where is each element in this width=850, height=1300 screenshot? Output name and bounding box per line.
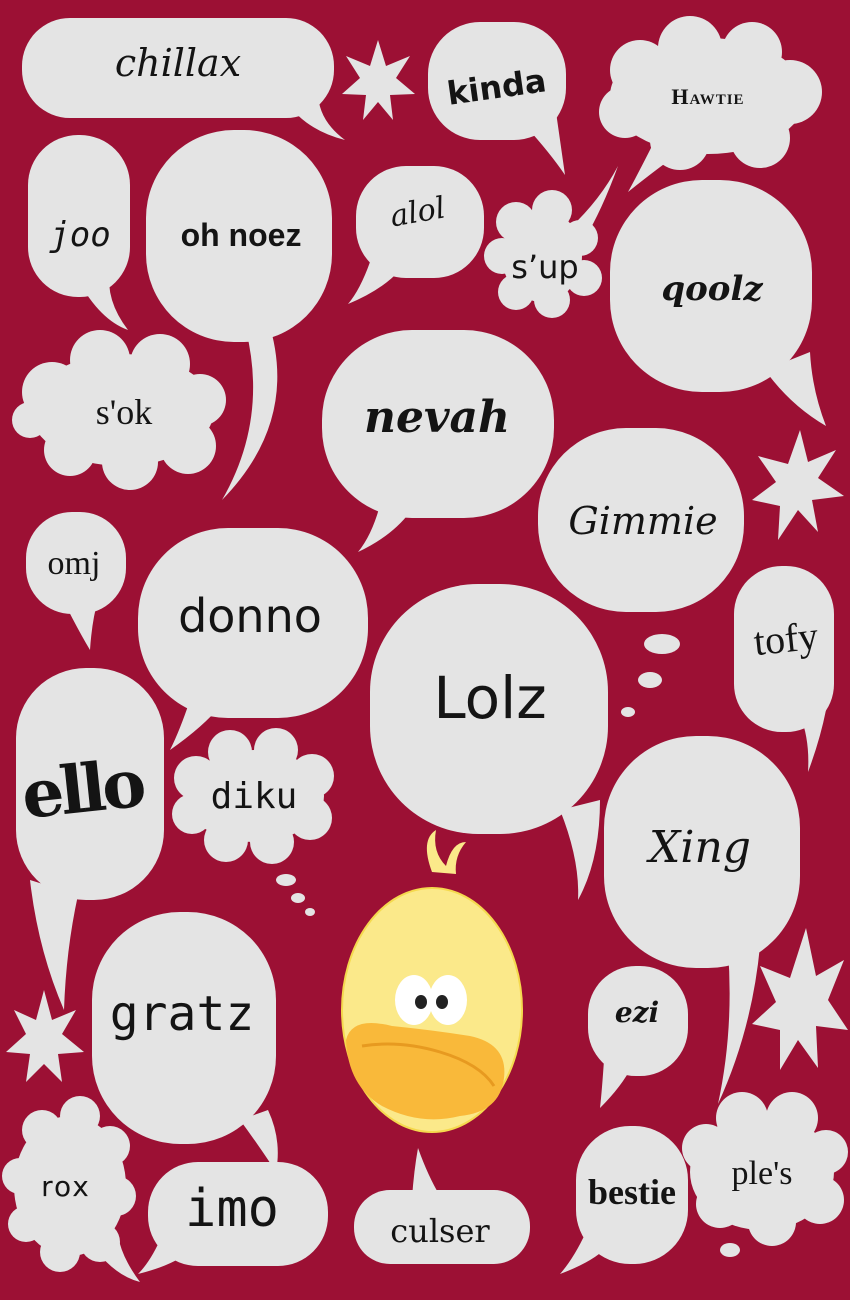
bubble-rox: rox (2, 1096, 140, 1282)
word-rox: rox (41, 1170, 91, 1203)
starburst-top (342, 40, 415, 120)
word-joo: joo (49, 215, 110, 255)
bubble-nevah: nevah (322, 330, 554, 552)
bubble-lolz: Lolz (370, 584, 608, 900)
bubble-imo: imo (138, 1162, 328, 1274)
word-sok: s'ok (96, 392, 153, 432)
word-imo: imo (185, 1179, 279, 1239)
word-donno: donno (178, 589, 322, 643)
chick-left-eye (395, 975, 433, 1025)
starburst-right-lower (752, 928, 848, 1070)
bubble-kinda: kinda (428, 22, 566, 175)
bubble-gimmie: Gimmie (538, 428, 744, 612)
word-ezi: ezi (615, 996, 659, 1029)
bubble-omj: omj (26, 512, 126, 650)
word-hawtie: Hawtie (671, 84, 744, 109)
bubble-chillax: chillax (22, 18, 345, 140)
poster: chillax kinda Hawtie joo oh noez alol s’… (0, 0, 850, 1300)
thought-dots-left (276, 874, 315, 916)
bubble-diku: diku (172, 728, 334, 864)
word-qoolz: qoolz (661, 269, 763, 309)
bubble-sup: s’up (484, 166, 618, 318)
chick-mascot (341, 830, 523, 1133)
starburst-right-upper (752, 430, 844, 540)
word-oh-noez: oh noez (181, 217, 302, 253)
word-chillax: chillax (115, 41, 241, 85)
word-diku: diku (211, 776, 298, 817)
word-nevah: nevah (364, 392, 510, 443)
word-gimmie: Gimmie (568, 499, 717, 543)
bubble-qoolz: qoolz (610, 180, 826, 426)
starburst-left (6, 990, 84, 1082)
bubble-alol: alol (348, 166, 484, 304)
word-tofy: tofy (751, 613, 820, 664)
word-omj: omj (48, 545, 101, 582)
bubble-sok: s'ok (12, 330, 226, 490)
word-ello: ello (18, 744, 148, 834)
word-lolz: Lolz (433, 664, 546, 732)
bubble-donno: donno (138, 528, 368, 750)
word-bestie: bestie (588, 1172, 676, 1212)
word-sup: s’up (511, 248, 578, 286)
word-culser: culser (390, 1212, 490, 1250)
bubble-joo: joo (28, 135, 130, 330)
bubble-ezi: ezi (588, 966, 688, 1108)
poster-art: chillax kinda Hawtie joo oh noez alol s’… (2, 16, 848, 1282)
bubble-ples: ple's (682, 1092, 848, 1257)
chick-right-eye (429, 975, 467, 1025)
word-gratz: gratz (110, 986, 255, 1042)
word-xing: Xing (646, 822, 751, 873)
bubble-culser: culser (354, 1148, 530, 1264)
word-ples: ple's (732, 1155, 793, 1192)
thought-dots-right (621, 634, 680, 717)
bubble-tofy: tofy (734, 566, 834, 772)
bubble-bestie: bestie (560, 1126, 688, 1274)
bubble-hawtie: Hawtie (599, 16, 822, 192)
